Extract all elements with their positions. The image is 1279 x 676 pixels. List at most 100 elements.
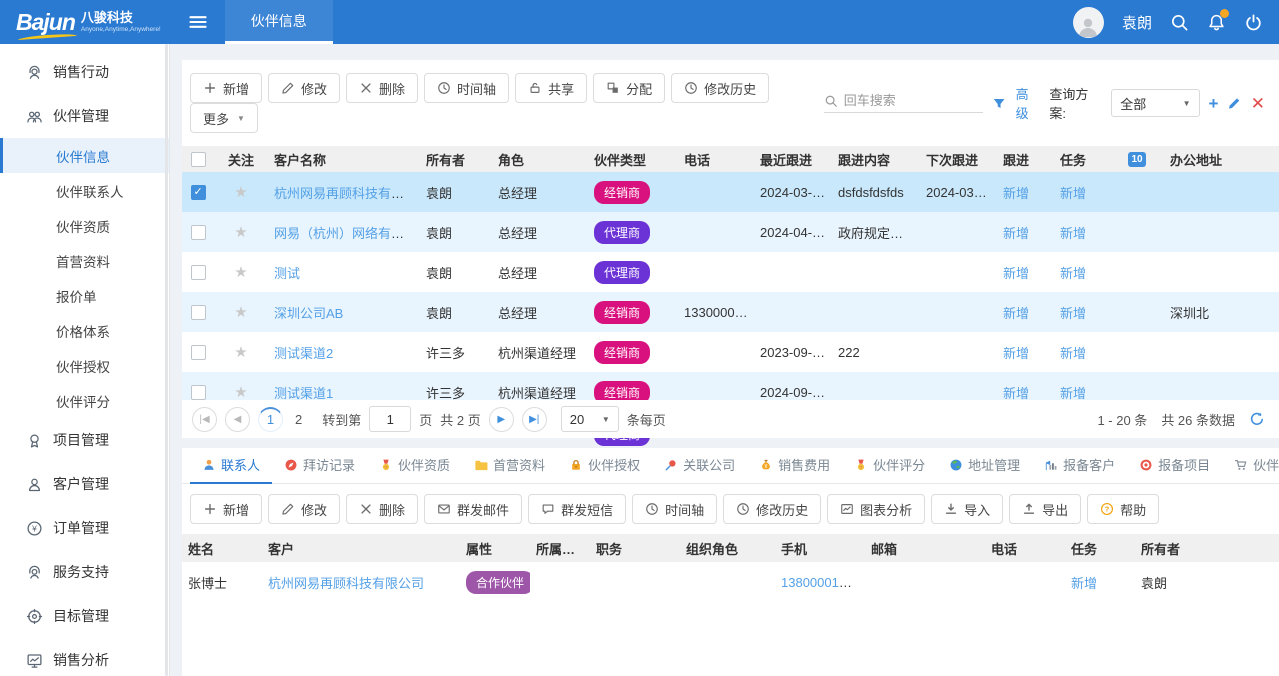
next-page-button[interactable]: ▶ (489, 407, 514, 432)
bottom-toolbar-图表分析-button[interactable]: 图表分析 (827, 494, 925, 524)
row-checkbox[interactable] (191, 345, 206, 360)
column-header-姓名[interactable]: 姓名 (182, 539, 262, 558)
advanced-search-link[interactable]: 高级 (1016, 84, 1041, 122)
tab-伙伴授权[interactable]: 伙伴授权 (557, 448, 652, 484)
sidebar-item-报价单[interactable]: 报价单 (0, 278, 169, 313)
sidebar-item-客户管理[interactable]: 客户管理 (0, 462, 169, 506)
page-button-2[interactable]: 2 (291, 412, 306, 427)
star-icon[interactable]: ★ (234, 223, 247, 241)
tab-伙伴评分[interactable]: 伙伴评分 (842, 448, 937, 484)
add-task-link[interactable]: 新增 (1060, 186, 1086, 201)
query-plan-select[interactable]: 全部 ▼ (1111, 89, 1199, 117)
table-row[interactable]: ★ 杭州网易再顾科技有限公司 袁朗 总经理 经销商 2024-03-15 dsf… (182, 172, 1279, 212)
sidebar-item-销售行动[interactable]: 销售行动 (0, 50, 169, 94)
bottom-toolbar-帮助-button[interactable]: ? 帮助 (1087, 494, 1159, 524)
tab-报备项目[interactable]: 报备项目 (1127, 448, 1222, 484)
add-task-link[interactable]: 新增 (1060, 266, 1086, 281)
sidebar-item-伙伴授权[interactable]: 伙伴授权 (0, 348, 169, 383)
column-header-所有者[interactable]: 所有者 (1135, 539, 1220, 558)
bottom-toolbar-时间轴-button[interactable]: 时间轴 (632, 494, 717, 524)
tab-首营资料[interactable]: 首营资料 (462, 448, 557, 484)
toolbar-新增-button[interactable]: 新增 (190, 73, 262, 103)
add-follow-link[interactable]: 新增 (1003, 266, 1029, 281)
mobile-link[interactable]: 13800001235 (781, 575, 861, 590)
filter-icon[interactable] (992, 96, 1006, 111)
sidebar-item-订单管理[interactable]: ¥ 订单管理 (0, 506, 169, 550)
bottom-toolbar-群发邮件-button[interactable]: 群发邮件 (424, 494, 522, 524)
row-checkbox[interactable] (191, 185, 206, 200)
bottom-toolbar-群发短信-button[interactable]: 群发短信 (528, 494, 626, 524)
bottom-toolbar-新增-button[interactable]: 新增 (190, 494, 262, 524)
sidebar-item-伙伴管理[interactable]: 伙伴管理 (0, 94, 169, 138)
toolbar-修改历史-button[interactable]: 修改历史 (671, 73, 769, 103)
tab-联系人[interactable]: 联系人 (190, 448, 272, 484)
tab-报备客户[interactable]: 报备客户 (1032, 448, 1127, 484)
bottom-toolbar-修改-button[interactable]: 修改 (268, 494, 340, 524)
sidebar-item-销售分析[interactable]: 销售分析 (0, 638, 169, 676)
prev-page-button[interactable]: ◀ (225, 407, 250, 432)
row-checkbox[interactable] (191, 385, 206, 400)
add-task-link[interactable]: 新增 (1071, 576, 1097, 591)
edit-query-plan-button[interactable] (1227, 96, 1241, 111)
tab-伙伴资质[interactable]: 伙伴资质 (367, 448, 462, 484)
star-icon[interactable]: ★ (234, 383, 247, 401)
customer-name-link[interactable]: 杭州网易再顾科技有限公司 (274, 186, 420, 201)
star-icon[interactable]: ★ (234, 303, 247, 321)
sidebar-item-首营资料[interactable]: 首营资料 (0, 243, 169, 278)
refresh-icon[interactable] (1249, 411, 1265, 427)
tab-地址管理[interactable]: 地址管理 (937, 448, 1032, 484)
toolbar-共享-button[interactable]: 共享 (515, 73, 587, 103)
tab-partner-info[interactable]: 伙伴信息 (225, 0, 333, 44)
power-icon[interactable] (1244, 13, 1263, 32)
column-header-属性[interactable]: 属性 (460, 539, 530, 558)
row-checkbox[interactable] (191, 265, 206, 280)
sidebar-item-项目管理[interactable]: 项目管理 (0, 418, 169, 462)
sidebar-item-服务支持[interactable]: 服务支持 (0, 550, 169, 594)
toolbar-删除-button[interactable]: 删除 (346, 73, 418, 103)
add-follow-link[interactable]: 新增 (1003, 186, 1029, 201)
column-header-职务[interactable]: 职务 (590, 539, 680, 558)
bottom-toolbar-删除-button[interactable]: 删除 (346, 494, 418, 524)
select-all-checkbox[interactable] (191, 152, 206, 167)
bell-icon[interactable] (1207, 13, 1226, 32)
toolbar-分配-button[interactable]: 分配 (593, 73, 665, 103)
add-task-link[interactable]: 新增 (1060, 346, 1086, 361)
user-name[interactable]: 袁朗 (1122, 12, 1152, 33)
add-follow-link[interactable]: 新增 (1003, 306, 1029, 321)
sidebar-item-伙伴信息[interactable]: 伙伴信息 (0, 138, 169, 173)
toolbar-修改-button[interactable]: 修改 (268, 73, 340, 103)
avatar[interactable] (1073, 7, 1104, 38)
customer-name-link[interactable]: 测试渠道1 (274, 386, 333, 401)
add-follow-link[interactable]: 新增 (1003, 226, 1029, 241)
table-row[interactable]: ★ 测试渠道2 许三多 杭州渠道经理 经销商 2023-09-21 222 新增… (182, 332, 1279, 372)
customer-name-link[interactable]: 测试 (274, 266, 300, 281)
column-header-电话[interactable]: 电话 (985, 539, 1065, 558)
table-row[interactable]: ★ 网易（杭州）网络有限公司 袁朗 总经理 代理商 2024-04-19 政府规… (182, 212, 1279, 252)
column-header-跟进内容[interactable]: 跟进内容 (832, 150, 920, 169)
column-header-办公地址[interactable]: 办公地址 (1164, 150, 1279, 169)
column-header-邮箱[interactable]: 邮箱 (865, 539, 985, 558)
star-icon[interactable]: ★ (234, 263, 247, 281)
star-icon[interactable]: ★ (234, 183, 247, 201)
customer-name-link[interactable]: 网易（杭州）网络有限公司 (274, 226, 420, 241)
column-header-关注[interactable]: 关注 (214, 150, 268, 169)
column-header-所属部门[interactable]: 所属部门 (530, 539, 590, 558)
add-follow-link[interactable]: 新增 (1003, 386, 1029, 401)
page-size-select[interactable]: 20 ▼ (561, 406, 619, 432)
tab-伙伴报单[interactable]: 伙伴报单 (1222, 448, 1279, 484)
toolbar-更多-button[interactable]: 更多 ▼ (190, 103, 258, 133)
column-header-任务[interactable]: 任务 (1054, 150, 1110, 169)
goto-page-input[interactable] (369, 406, 411, 432)
column-header-任务[interactable]: 任务 (1065, 539, 1135, 558)
column-header-跟进[interactable]: 跟进 (997, 150, 1054, 169)
tab-销售费用[interactable]: ¥ 销售费用 (747, 448, 842, 484)
add-follow-link[interactable]: 新增 (1003, 346, 1029, 361)
contact-row[interactable]: 张博士 杭州网易再顾科技有限公司 合作伙伴 13800001235 新增 袁朗 (182, 562, 1279, 602)
table-row[interactable]: ★ 测试 袁朗 总经理 代理商 新增 新增 (182, 252, 1279, 292)
add-task-link[interactable]: 新增 (1060, 306, 1086, 321)
star-icon[interactable]: ★ (234, 343, 247, 361)
sidebar-item-伙伴资质[interactable]: 伙伴资质 (0, 208, 169, 243)
column-header-伙伴类型[interactable]: 伙伴类型 (588, 150, 678, 169)
column-header-所有者[interactable]: 所有者 (420, 150, 492, 169)
row-checkbox[interactable] (191, 305, 206, 320)
